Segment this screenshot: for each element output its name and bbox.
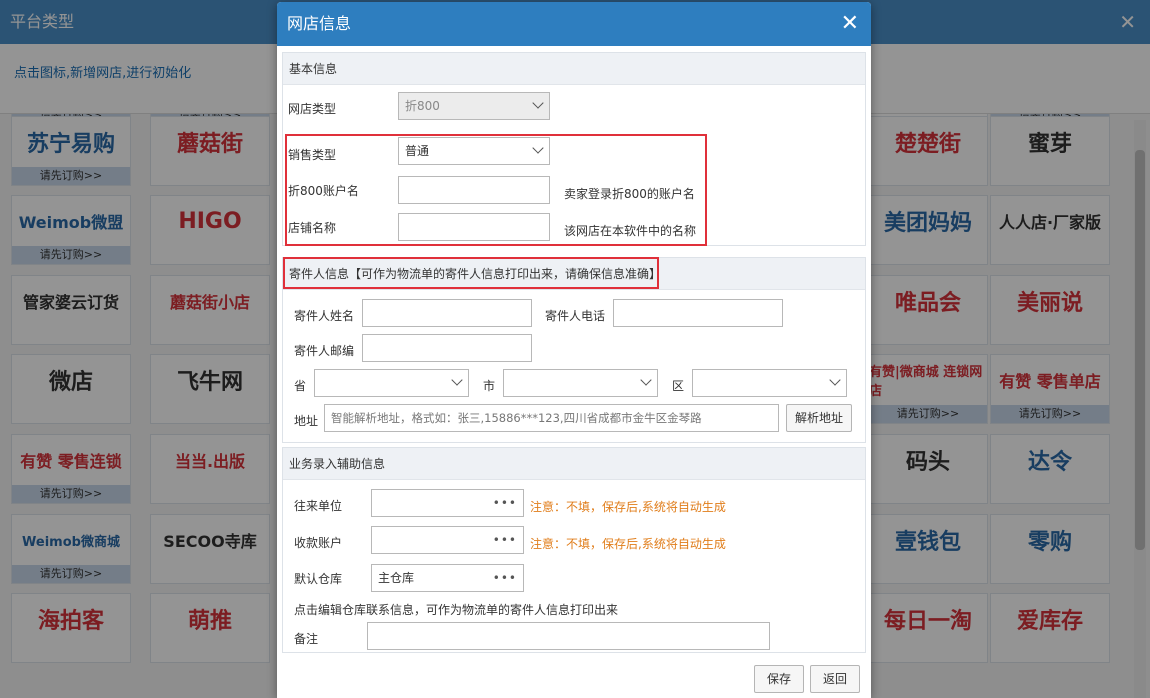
shop-type-label: 网店类型: [288, 102, 337, 116]
chevron-down-icon: [451, 374, 463, 386]
chevron-down-icon: [532, 97, 544, 109]
account-input[interactable]: [398, 176, 550, 204]
parse-address-button[interactable]: 解析地址: [786, 404, 852, 432]
address-label: 地址: [294, 414, 319, 428]
receipt-account-note: 注意：不填，保存后,系统将自动生成: [530, 537, 726, 551]
store-name-label: 店铺名称: [288, 221, 337, 235]
sender-phone-input[interactable]: [613, 299, 783, 327]
shop-type-select[interactable]: 折800: [398, 92, 550, 120]
sale-type-value: 普通: [405, 144, 430, 158]
address-placeholder: 智能解析地址，格式如：张三,15886***123,四川省成都市金牛区金琴路: [331, 411, 702, 425]
close-icon[interactable]: ✕: [841, 2, 859, 46]
receipt-account-picker[interactable]: •••: [371, 526, 524, 554]
sender-name-label: 寄件人姓名: [294, 309, 355, 323]
sale-type-label: 销售类型: [288, 148, 337, 162]
warehouse-picker[interactable]: 主仓库 •••: [371, 564, 524, 592]
shop-info-dialog: 网店信息 ✕ 基本信息 网店类型 折800 销售类型 普通 折800账户名 卖家…: [277, 2, 871, 698]
more-dots-icon: •••: [492, 496, 517, 510]
partner-note: 注意：不填，保存后,系统将自动生成: [530, 500, 726, 514]
remark-label: 备注: [294, 632, 319, 646]
province-label: 省: [294, 379, 307, 393]
highlight-box-sender: [283, 257, 659, 289]
sale-type-select[interactable]: 普通: [398, 137, 550, 165]
warehouse-label: 默认仓库: [294, 572, 343, 586]
district-select[interactable]: [692, 369, 847, 397]
warehouse-contact-tip[interactable]: 点击编辑仓库联系信息，可作为物流单的寄件人信息打印出来: [294, 601, 618, 618]
partner-label: 往来单位: [294, 499, 343, 513]
district-label: 区: [672, 379, 685, 393]
dialog-body: 基本信息 网店类型 折800 销售类型 普通 折800账户名 卖家登录折800的…: [277, 46, 871, 698]
partner-picker[interactable]: •••: [371, 489, 524, 517]
more-dots-icon: •••: [492, 533, 517, 547]
account-hint: 卖家登录折800的账户名: [564, 187, 695, 201]
chevron-down-icon: [640, 374, 652, 386]
receipt-account-label: 收款账户: [294, 536, 343, 550]
remark-input[interactable]: [367, 622, 770, 650]
sender-zip-input[interactable]: [362, 334, 532, 362]
chevron-down-icon: [532, 142, 544, 154]
province-select[interactable]: [314, 369, 469, 397]
business-info-title: 业务录入辅助信息: [283, 448, 865, 480]
city-select[interactable]: [503, 369, 658, 397]
chevron-down-icon: [829, 374, 841, 386]
warehouse-value: 主仓库: [378, 571, 415, 585]
back-button[interactable]: 返回: [810, 665, 860, 693]
account-label: 折800账户名: [288, 184, 359, 198]
shop-type-value: 折800: [405, 99, 440, 113]
address-input[interactable]: 智能解析地址，格式如：张三,15886***123,四川省成都市金牛区金琴路: [324, 404, 779, 432]
city-label: 市: [483, 379, 496, 393]
save-button[interactable]: 保存: [754, 665, 804, 693]
sender-phone-label: 寄件人电话: [545, 309, 606, 323]
sender-name-input[interactable]: [362, 299, 532, 327]
more-dots-icon: •••: [492, 571, 517, 585]
store-name-input[interactable]: [398, 213, 550, 241]
basic-info-title: 基本信息: [283, 53, 865, 85]
dialog-header: 网店信息 ✕: [277, 2, 871, 46]
sender-zip-label: 寄件人邮编: [294, 344, 355, 358]
dialog-title: 网店信息: [287, 14, 352, 33]
store-name-hint: 该网店在本软件中的名称: [564, 224, 697, 238]
